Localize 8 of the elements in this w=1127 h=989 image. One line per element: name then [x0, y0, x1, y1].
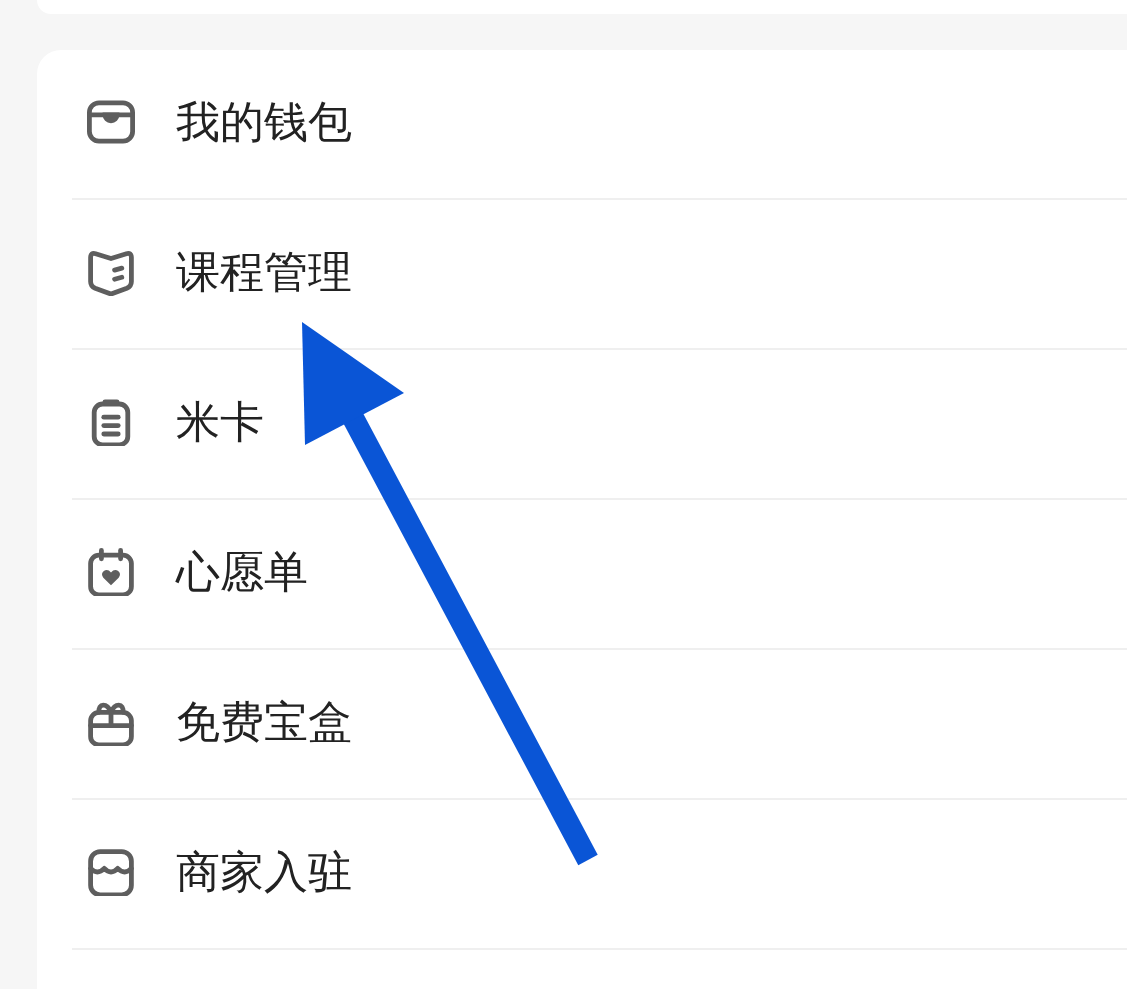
book-icon — [87, 248, 135, 296]
shop-icon — [87, 848, 135, 896]
calendar-heart-icon — [87, 548, 135, 596]
menu-item[interactable]: 商家入驻 — [72, 800, 1127, 950]
wallet-icon — [87, 98, 135, 146]
menu-item[interactable]: 心愿单 — [72, 500, 1127, 650]
menu-item[interactable]: 免费宝盒 — [72, 650, 1127, 800]
menu-item[interactable]: 我的钱包 — [72, 50, 1127, 200]
